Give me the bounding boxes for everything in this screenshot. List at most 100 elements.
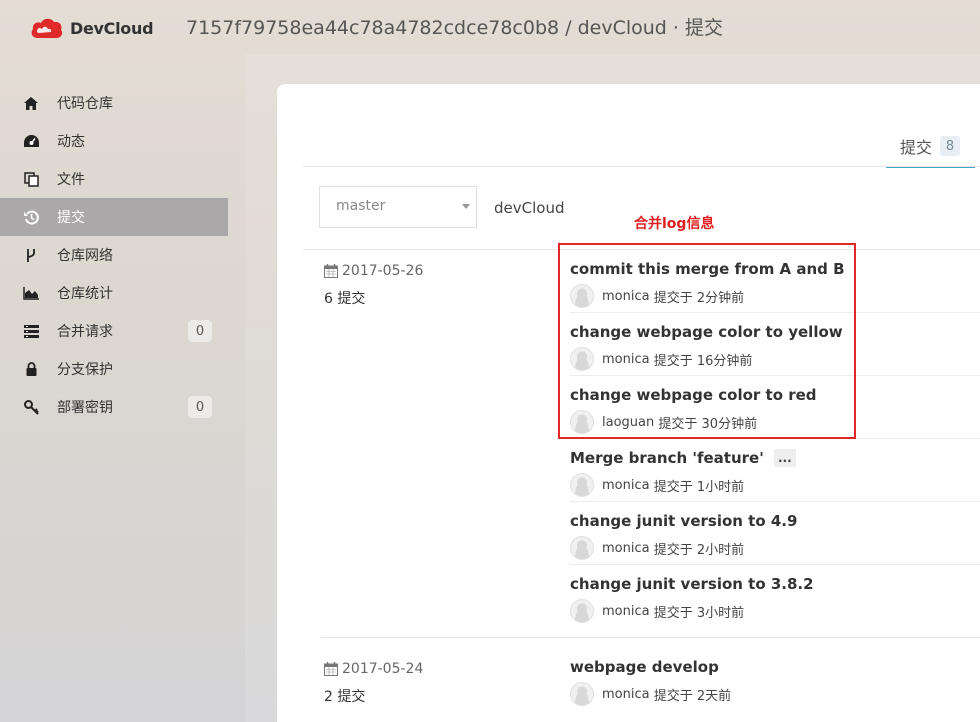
devcloud-logo[interactable]: DevCloud <box>30 14 154 42</box>
commit-row: webpage develop monica 提交于 2天前 <box>570 648 980 711</box>
commit-time: 3小时前 <box>696 605 745 621</box>
deploy-keys-count-badge: 0 <box>188 396 212 418</box>
commit-author[interactable]: monica <box>602 604 650 619</box>
sidebar-item-commits[interactable]: 提交 <box>0 198 228 236</box>
sidebar-item-network[interactable]: 仓库网络 <box>0 236 228 274</box>
commit-group-count: 6 提交 <box>324 291 366 307</box>
commit-author[interactable]: monica <box>602 478 650 493</box>
commit-author[interactable]: monica <box>602 541 650 556</box>
commit-verb: 提交于 <box>653 605 693 621</box>
tab-divider <box>303 166 980 167</box>
avatar <box>570 410 594 434</box>
annotation-label: 合并log信息 <box>634 216 715 232</box>
branch-select[interactable]: master <box>319 186 477 228</box>
commit-verb: 提交于 <box>653 688 693 704</box>
commit-message-link[interactable]: change webpage color to red <box>570 386 817 404</box>
merge-requests-count-badge: 0 <box>188 320 212 342</box>
calendar-icon <box>324 264 338 278</box>
page-title: 7157f79758ea44c78a4782cdce78c0b8 / devCl… <box>186 17 723 39</box>
sidebar-item-label: 动态 <box>57 134 85 150</box>
commit-group-count: 2 提交 <box>324 689 366 705</box>
tab-commits-count: 8 <box>940 136 960 156</box>
commit-message-link[interactable]: change junit version to 4.9 <box>570 512 797 530</box>
commit-message-link[interactable]: Merge branch 'feature' <box>570 449 764 467</box>
commit-meta: monica 提交于 2分钟前 <box>570 284 744 308</box>
sidebar-item-files[interactable]: 文件 <box>0 160 228 198</box>
files-icon <box>22 170 40 188</box>
commit-verb: 提交于 <box>653 353 693 369</box>
commit-message-link[interactable]: change junit version to 3.8.2 <box>570 575 814 593</box>
commit-group-date: 2017-05-24 2 提交 <box>324 661 423 706</box>
sidebar-item-activity[interactable]: 动态 <box>0 122 228 160</box>
commit-verb: 提交于 <box>653 290 693 306</box>
commit-author[interactable]: monica <box>602 352 650 367</box>
commit-author[interactable]: monica <box>602 687 650 702</box>
lock-icon <box>22 360 40 378</box>
commit-time: 1小时前 <box>696 479 745 495</box>
tab-commits[interactable]: 提交 8 <box>886 132 975 168</box>
commit-row: commit this merge from A and B monica 提交… <box>570 250 980 313</box>
cloud-logo-icon <box>31 18 63 38</box>
sidebar-item-merge-requests[interactable]: 合并请求 0 <box>0 312 228 350</box>
sidebar-item-label: 分支保护 <box>57 362 113 378</box>
commit-group-date-text: 2017-05-24 <box>342 661 424 677</box>
commit-time: 2分钟前 <box>696 290 745 306</box>
home-icon <box>22 94 40 112</box>
sidebar-item-label: 合并请求 <box>57 324 113 340</box>
commit-row: Merge branch 'feature' ... monica 提交于 1小… <box>570 439 980 502</box>
commit-meta: monica 提交于 2小时前 <box>570 536 744 560</box>
sidebar-nav: 代码仓库 动态 文件 提交 仓库网络 仓库统计 合并请求 0 分支保护 部署密钥… <box>0 84 228 426</box>
commit-meta: monica 提交于 2天前 <box>570 682 731 706</box>
branch-select-value: master <box>336 198 386 214</box>
commit-author[interactable]: laoguan <box>602 415 654 430</box>
commit-meta: monica 提交于 16分钟前 <box>570 347 752 371</box>
avatar <box>570 473 594 497</box>
group-divider <box>321 637 980 638</box>
commit-row: change webpage color to yellow monica 提交… <box>570 313 980 376</box>
sidebar-item-code-repo[interactable]: 代码仓库 <box>0 84 228 122</box>
key-icon <box>22 398 40 416</box>
commit-verb: 提交于 <box>658 416 698 432</box>
expand-message-button[interactable]: ... <box>773 449 796 467</box>
commit-time: 30分钟前 <box>701 416 758 432</box>
commit-author[interactable]: monica <box>602 289 650 304</box>
sidebar-item-label: 提交 <box>57 210 85 226</box>
logo-text: DevCloud <box>70 18 154 38</box>
avatar <box>570 347 594 371</box>
sidebar-item-stats[interactable]: 仓库统计 <box>0 274 228 312</box>
area-chart-icon <box>22 284 40 302</box>
tab-commits-label: 提交 <box>900 138 933 157</box>
commit-message-link[interactable]: commit this merge from A and B <box>570 260 845 278</box>
branch-icon <box>22 246 40 264</box>
list-icon <box>22 322 40 340</box>
commit-message-row: Merge branch 'feature' ... <box>570 449 796 467</box>
dashboard-icon <box>22 132 40 150</box>
sidebar-item-label: 文件 <box>57 172 85 188</box>
avatar <box>570 536 594 560</box>
commit-verb: 提交于 <box>653 479 693 495</box>
sidebar-item-label: 部署密钥 <box>57 400 113 416</box>
commit-row: change webpage color to red laoguan 提交于 … <box>570 376 980 439</box>
sidebar-item-branch-protection[interactable]: 分支保护 <box>0 350 228 388</box>
commit-meta: laoguan 提交于 30分钟前 <box>570 410 757 434</box>
commit-group-date: 2017-05-26 6 提交 <box>324 263 423 308</box>
sidebar-item-label: 仓库统计 <box>57 286 113 302</box>
commit-row: change junit version to 4.9 monica 提交于 2… <box>570 502 980 565</box>
avatar <box>570 284 594 308</box>
sidebar-item-label: 仓库网络 <box>57 248 113 264</box>
sidebar-item-label: 代码仓库 <box>57 96 113 112</box>
commit-message-link[interactable]: change webpage color to yellow <box>570 323 843 341</box>
commit-message-link[interactable]: webpage develop <box>570 658 719 676</box>
sidebar-item-deploy-keys[interactable]: 部署密钥 0 <box>0 388 228 426</box>
commit-verb: 提交于 <box>653 542 693 558</box>
commit-time: 2小时前 <box>696 542 745 558</box>
repo-name: devCloud <box>494 199 565 217</box>
avatar <box>570 599 594 623</box>
commit-meta: monica 提交于 3小时前 <box>570 599 744 623</box>
caret-down-icon <box>462 204 470 209</box>
commit-row: change junit version to 3.8.2 monica 提交于… <box>570 565 980 628</box>
avatar <box>570 682 594 706</box>
commit-time: 2天前 <box>696 688 732 704</box>
commit-meta: monica 提交于 1小时前 <box>570 473 744 497</box>
history-icon <box>22 208 40 226</box>
